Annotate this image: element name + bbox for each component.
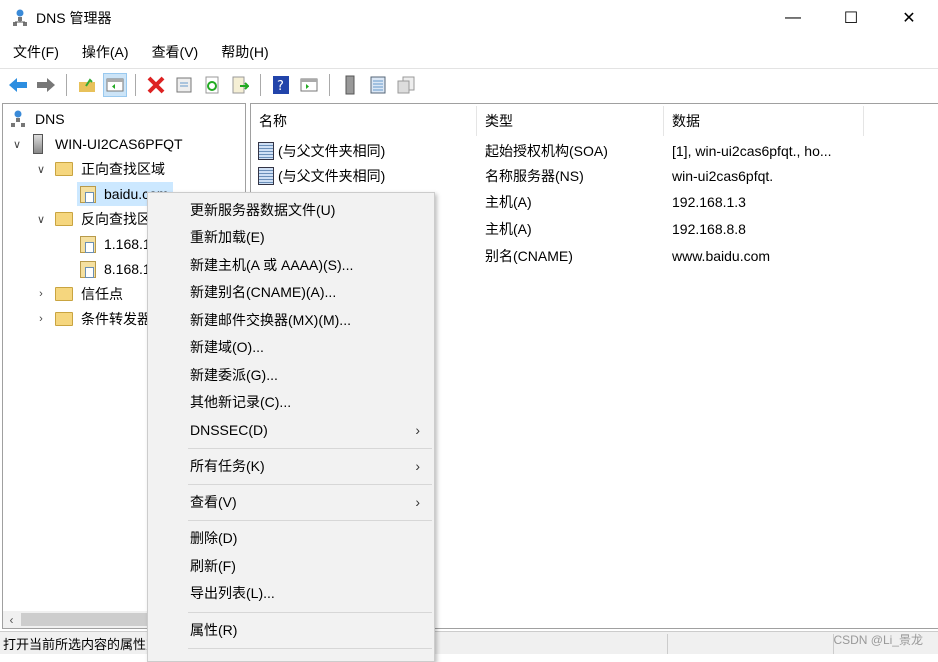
menu-item-properties[interactable]: 属性(R) (148, 617, 434, 643)
forward-icon[interactable] (34, 73, 58, 97)
record-data: www.baidu.com (672, 247, 771, 264)
menu-view[interactable]: 查看(V) (139, 42, 209, 62)
record-type: 别名(CNAME) (485, 247, 573, 264)
back-icon[interactable] (6, 73, 30, 97)
record-data: 192.168.1.3 (672, 193, 746, 210)
tree-label: 条件转发器 (81, 311, 151, 327)
column-header-data[interactable]: 数据 (664, 106, 864, 136)
chevron-right-icon: › (415, 458, 420, 474)
menu-help[interactable]: 帮助(H) (208, 42, 278, 62)
tree-label: WIN-UI2CAS6PFQT (55, 136, 183, 152)
refresh-icon[interactable] (200, 73, 224, 97)
copy-icon[interactable] (394, 73, 418, 97)
record-data: [1], win-ui2cas6pfqt., ho... (672, 142, 832, 159)
record-data: win-ui2cas6pfqt. (672, 167, 774, 184)
watermark: CSDN @Li_景龙 (833, 633, 923, 647)
server-icon[interactable] (338, 73, 362, 97)
folder-icon (55, 162, 73, 176)
zone-icon (80, 235, 96, 253)
record-icon (258, 166, 274, 185)
record-name[interactable]: (与父文件夹相同) (258, 138, 385, 163)
menu-item-delete[interactable]: 删除(D) (148, 525, 434, 551)
delete-icon[interactable] (144, 73, 168, 97)
chevron-right-icon: › (415, 422, 420, 438)
context-menu: 更新服务器数据文件(U) 重新加载(E) 新建主机(A 或 AAAA)(S)..… (147, 192, 435, 662)
record-type: 起始授权机构(SOA) (485, 142, 608, 159)
menu-item-other-records[interactable]: 其他新记录(C)... (148, 389, 434, 415)
chevron-down-icon[interactable]: ∨ (9, 138, 25, 151)
record-data: 192.168.8.8 (672, 220, 746, 237)
help-icon[interactable]: ? (269, 73, 293, 97)
tree-item-forward-zones[interactable]: ∨ 正向查找区域 (33, 157, 165, 181)
menu-item-new-host[interactable]: 新建主机(A 或 AAAA)(S)... (148, 252, 434, 278)
show-action-pane-icon[interactable] (297, 73, 321, 97)
close-button[interactable]: ✕ (880, 0, 938, 36)
chevron-right-icon[interactable]: › (33, 313, 49, 325)
chevron-right-icon[interactable]: › (33, 288, 49, 300)
menu-file[interactable]: 文件(F) (0, 42, 69, 62)
folder-icon (55, 312, 73, 326)
menu-item-new-mx[interactable]: 新建邮件交换器(MX)(M)... (148, 307, 434, 333)
record-name[interactable]: (与父文件夹相同) (258, 163, 385, 188)
column-header-type[interactable]: 类型 (477, 106, 664, 136)
chevron-down-icon[interactable]: ∨ (33, 163, 49, 176)
menu-item-new-domain[interactable]: 新建域(O)... (148, 334, 434, 360)
properties-icon[interactable] (172, 73, 196, 97)
dns-icon (11, 110, 25, 127)
menu-item-view[interactable]: 查看(V) › (148, 489, 434, 515)
tree-item-reverse-zones[interactable]: ∨ 反向查找区域 (33, 207, 165, 231)
server-icon (33, 134, 43, 154)
record-type: 主机(A) (485, 220, 532, 237)
records-icon[interactable] (366, 73, 390, 97)
column-header-name[interactable]: 名称 (251, 106, 477, 136)
menu-item-export-list[interactable]: 导出列表(L)... (148, 580, 434, 606)
folder-icon (55, 287, 73, 301)
export-list-icon[interactable] (228, 73, 252, 97)
menu-action[interactable]: 操作(A) (69, 42, 139, 62)
minimize-button[interactable]: — (764, 0, 822, 36)
zone-icon (80, 260, 96, 278)
show-hide-tree-icon[interactable] (103, 72, 127, 97)
menu-item-all-tasks[interactable]: 所有任务(K) › (148, 453, 434, 479)
menu-item-reload[interactable]: 重新加载(E) (148, 224, 434, 250)
tree-item-trust-points[interactable]: › 信任点 (33, 282, 123, 306)
menu-item-update-data-file[interactable]: 更新服务器数据文件(U) (148, 197, 434, 223)
tree-item-server[interactable]: ∨ WIN-UI2CAS6PFQT (9, 132, 183, 156)
title-bar: DNS 管理器 — ☐ ✕ (0, 0, 938, 36)
record-type: 名称服务器(NS) (485, 167, 584, 184)
tree-label: 信任点 (81, 286, 123, 302)
status-bar: 打开当前所选内容的属性对话框。 (0, 631, 938, 654)
toolbar: ? (0, 68, 938, 100)
scroll-left-icon[interactable]: ‹ (3, 613, 20, 627)
menu-item-refresh[interactable]: 刷新(F) (148, 553, 434, 579)
tree-label: 正向查找区域 (81, 161, 165, 177)
folder-icon (55, 212, 73, 226)
tree-item-conditional-forwarders[interactable]: › 条件转发器 (33, 307, 151, 331)
menu-item-dnssec[interactable]: DNSSEC(D) › (148, 417, 434, 443)
window-title: DNS 管理器 (36, 10, 112, 26)
menu-bar: 文件(F) 操作(A) 查看(V) 帮助(H) (0, 38, 279, 66)
record-type: 主机(A) (485, 193, 532, 210)
chevron-down-icon[interactable]: ∨ (33, 213, 49, 226)
up-folder-icon[interactable] (75, 73, 99, 97)
record-icon (258, 141, 274, 160)
menu-item-new-delegation[interactable]: 新建委派(G)... (148, 362, 434, 388)
chevron-right-icon: › (415, 494, 420, 510)
svg-text:?: ? (277, 79, 284, 94)
dns-icon (13, 9, 27, 26)
menu-item-new-alias[interactable]: 新建别名(CNAME)(A)... (148, 279, 434, 305)
maximize-button[interactable]: ☐ (822, 0, 880, 36)
tree-item-dns[interactable]: DNS (9, 107, 65, 131)
zone-icon (80, 185, 96, 203)
tree-label: DNS (35, 111, 65, 127)
